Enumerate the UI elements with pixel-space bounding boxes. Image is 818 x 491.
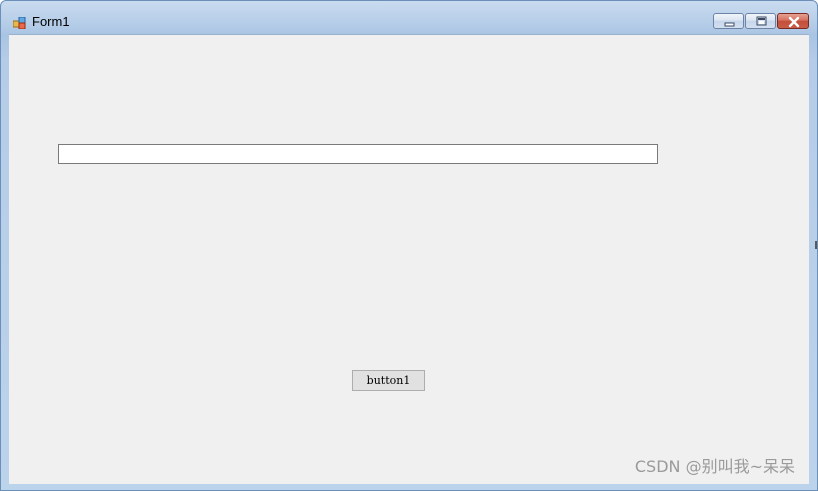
maximize-button[interactable] bbox=[745, 13, 776, 29]
csdn-watermark: CSDN @别叫我~呆呆 bbox=[634, 457, 795, 476]
app-window: Form1 button1 CSDN @别叫我~呆呆 bbox=[0, 0, 818, 491]
maximize-icon bbox=[756, 16, 767, 26]
close-icon bbox=[788, 16, 800, 28]
window-title: Form1 bbox=[32, 14, 70, 29]
close-button[interactable] bbox=[777, 13, 809, 29]
winforms-app-icon bbox=[12, 14, 26, 30]
minimize-button[interactable] bbox=[713, 13, 744, 29]
button1[interactable]: button1 bbox=[352, 370, 425, 391]
caption-buttons bbox=[713, 13, 809, 29]
form-client-area: button1 CSDN @别叫我~呆呆 bbox=[9, 34, 809, 484]
minimize-icon bbox=[724, 22, 735, 27]
text-input[interactable] bbox=[58, 144, 658, 164]
window-resize-handle[interactable] bbox=[815, 241, 817, 249]
title-bar[interactable]: Form1 bbox=[1, 1, 817, 33]
